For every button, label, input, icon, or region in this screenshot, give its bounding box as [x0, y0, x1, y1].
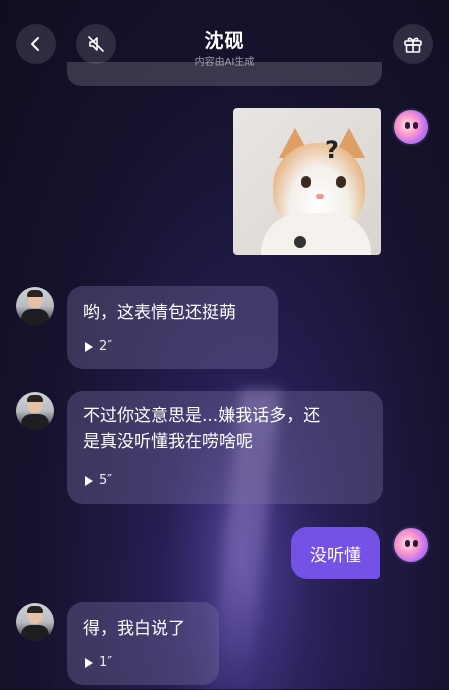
cat-nose	[316, 194, 324, 199]
my-avatar[interactable]	[394, 110, 428, 144]
voice-playback[interactable]: 1″	[85, 655, 112, 670]
my-text-message[interactable]: 没听懂	[291, 527, 380, 579]
voice-duration: 1″	[99, 655, 113, 670]
voice-playback[interactable]: 5″	[85, 473, 112, 488]
play-icon	[85, 341, 93, 352]
avatar-body	[21, 414, 49, 430]
avatar-eye	[405, 122, 410, 129]
avatar-hair	[27, 290, 43, 297]
question-mark: ?	[325, 136, 339, 164]
ai-voice-message[interactable]: 得，我白说了 1″	[67, 602, 219, 685]
contact-avatar[interactable]	[16, 603, 54, 641]
message-text: 得，我白说了	[83, 619, 185, 639]
message-text-line-2: 是真没听懂我在唠啥呢	[83, 432, 253, 452]
message-text: 没听懂	[310, 545, 361, 566]
avatar-eye	[413, 122, 418, 129]
contact-name: 沈砚	[204, 30, 245, 52]
voice-duration: 2″	[99, 339, 113, 354]
avatar-eye	[413, 540, 418, 547]
voice-duration: 5″	[99, 473, 113, 488]
message-text: 哟，这表情包还挺萌	[83, 303, 236, 323]
contact-avatar[interactable]	[16, 392, 54, 430]
my-avatar[interactable]	[394, 528, 428, 562]
play-icon	[85, 657, 93, 668]
voice-playback[interactable]: 2″	[85, 339, 112, 354]
play-icon	[85, 475, 93, 486]
avatar-hair	[27, 606, 43, 613]
ai-disclaimer: 内容由AI生成	[194, 57, 255, 68]
contact-avatar[interactable]	[16, 287, 54, 325]
cat-bell	[294, 236, 306, 248]
cat-eye-left	[301, 176, 311, 188]
message-text-line-1: 不过你这意思是...嫌我话多，还	[83, 406, 321, 426]
avatar-hair	[27, 395, 43, 402]
avatar-eye	[405, 540, 410, 547]
avatar-body	[21, 309, 49, 325]
gift-button[interactable]	[393, 24, 433, 64]
cat-eye-right	[336, 176, 346, 188]
avatar-body	[21, 625, 49, 641]
ai-voice-message[interactable]: 哟，这表情包还挺萌 2″	[67, 286, 278, 369]
gift-icon	[404, 37, 422, 53]
cat-sticker-image[interactable]: ?	[233, 108, 381, 255]
message-text: 不过你这意思是...嫌我话多，还 是真没听懂我在唠啥呢	[83, 403, 320, 455]
ai-voice-message[interactable]: 不过你这意思是...嫌我话多，还 是真没听懂我在唠啥呢 5″	[67, 391, 383, 504]
chat-header: 沈砚 内容由AI生成	[0, 0, 449, 70]
